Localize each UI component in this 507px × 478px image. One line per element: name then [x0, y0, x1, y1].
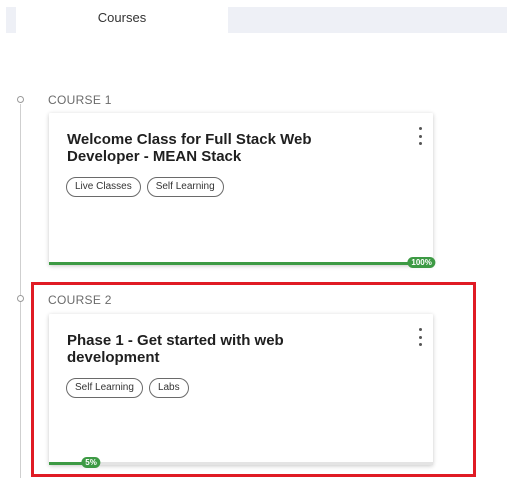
more-vertical-icon[interactable]: [417, 328, 423, 346]
course-card-1[interactable]: Welcome Class for Full Stack Web Develop…: [49, 113, 436, 268]
course-2-title[interactable]: Phase 1 - Get started with web developme…: [67, 332, 357, 366]
top-tab-bar: Courses: [0, 0, 507, 34]
timeline-line: [20, 104, 21, 478]
course-2-progress-bar: 5%: [49, 457, 433, 468]
course-card-2[interactable]: Phase 1 - Get started with web developme…: [49, 314, 433, 468]
course-2-progress-badge: 5%: [81, 457, 101, 468]
timeline-dot-icon: [17, 96, 24, 103]
course-1-progress-bar: 100%: [49, 257, 436, 268]
tag-labs: Labs: [148, 378, 189, 398]
course-1-tags: Live Classes Self Learning: [66, 177, 224, 197]
course-1-title[interactable]: Welcome Class for Full Stack Web Develop…: [67, 131, 357, 165]
tag-self-learning: Self Learning: [146, 177, 224, 197]
course-2-tags: Self Learning Labs: [66, 378, 189, 398]
tag-self-learning: Self Learning: [66, 378, 143, 398]
tab-left-edge: [6, 7, 16, 33]
course-2-label: COURSE 2: [48, 293, 112, 307]
course-1-progress-badge: 100%: [407, 257, 436, 268]
more-vertical-icon[interactable]: [417, 127, 423, 145]
course-1-label: COURSE 1: [48, 93, 112, 107]
tab-courses[interactable]: Courses: [16, 0, 228, 34]
tab-bar-filler: [228, 7, 507, 33]
course-1-progress-fill: [49, 262, 433, 265]
tag-live-classes: Live Classes: [66, 177, 141, 197]
timeline-dot-icon: [17, 295, 24, 302]
